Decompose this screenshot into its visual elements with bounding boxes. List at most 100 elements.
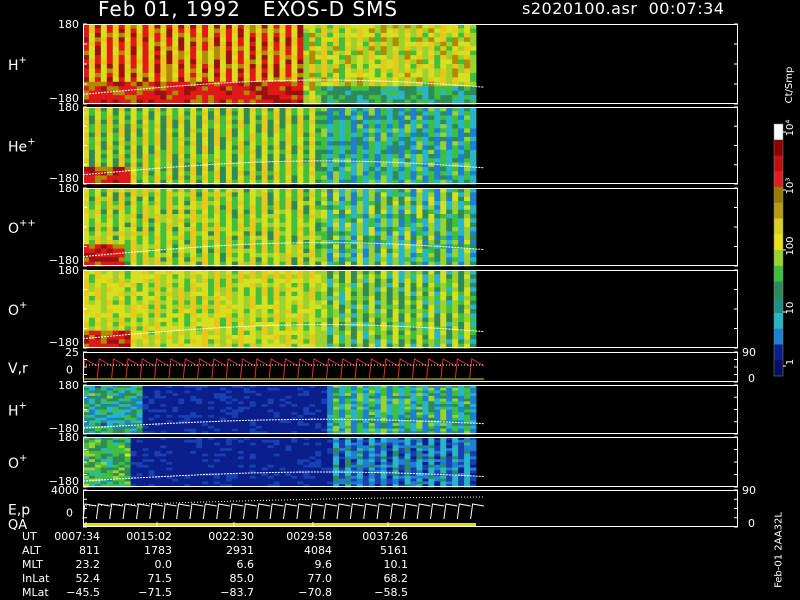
heatmap-cell: [172, 136, 179, 142]
heatmap-cell: [166, 205, 173, 211]
heatmap-cell: [190, 205, 197, 211]
heatmap-cell: [100, 119, 108, 125]
heatmap-cell: [452, 317, 459, 323]
heatmap-cell: [112, 296, 120, 301]
heatmap-cell: [291, 175, 298, 181]
heatmap-cell: [130, 81, 137, 87]
heatmap-cell: [154, 90, 161, 96]
heatmap-cell: [124, 59, 132, 65]
heatmap-cell: [285, 175, 292, 181]
heatmap-cell: [279, 95, 286, 100]
heatmap-cell: [452, 41, 459, 47]
heatmap-cell: [178, 240, 185, 245]
heatmap-cell: [392, 253, 399, 258]
heatmap-cell: [422, 158, 429, 164]
heatmap-cell: [285, 136, 292, 142]
heatmap-cell: [219, 149, 227, 155]
heatmap-cell: [112, 330, 120, 336]
heatmap-cell: [142, 227, 149, 232]
heatmap-cell: [458, 115, 465, 121]
heatmap-cell: [136, 304, 143, 310]
heatmap-cell: [470, 149, 477, 155]
heatmap-cell: [154, 231, 161, 237]
heatmap-cell: [410, 287, 417, 293]
heatmap-cell: [261, 132, 268, 138]
heatmap-cell: [196, 55, 203, 60]
heatmap-cell: [380, 81, 388, 87]
heatmap-cell: [339, 149, 346, 155]
heatmap-cell: [380, 227, 388, 232]
heatmap-cell: [458, 175, 465, 181]
heatmap-cell: [225, 214, 233, 219]
heatmap-cell: [261, 287, 268, 293]
heatmap-cell: [142, 95, 149, 100]
heatmap-cell: [154, 274, 161, 280]
heatmap-cell: [225, 322, 233, 327]
heatmap-cell: [208, 214, 215, 219]
heatmap-cell: [94, 420, 102, 424]
heatmap-cell: [112, 136, 120, 142]
heatmap-cell: [190, 218, 197, 224]
heatmap-cell: [184, 86, 191, 92]
heatmap-cell: [130, 136, 137, 142]
heatmap-cell: [118, 412, 126, 416]
heatmap-cell: [261, 326, 268, 332]
heatmap-cell: [428, 248, 435, 254]
heatmap-cell: [458, 278, 465, 284]
heatmap-cell: [416, 28, 423, 34]
heatmap-cell: [428, 81, 435, 87]
heatmap-cell: [160, 235, 167, 241]
heatmap-cell: [184, 141, 191, 146]
heatmap-cell: [285, 72, 292, 78]
heatmap-cell: [386, 95, 394, 100]
heatmap-cell: [267, 222, 274, 228]
panel-label-charge: ++: [19, 218, 36, 229]
heatmap-cell: [315, 141, 322, 146]
heatmap-cell: [434, 253, 441, 258]
heatmap-cell: [100, 330, 108, 336]
heatmap-cell: [172, 154, 179, 159]
heatmap-cell: [118, 28, 126, 34]
heatmap-cell: [94, 401, 102, 405]
heatmap-cell: [243, 68, 251, 74]
heatmap-cell: [100, 141, 108, 146]
heatmap-cell: [255, 50, 263, 56]
heatmap-cell: [118, 322, 126, 327]
heatmap-cell: [362, 132, 370, 138]
heatmap-cell: [243, 171, 251, 176]
heatmap-cell: [106, 390, 114, 394]
heatmap-cell: [208, 330, 215, 336]
heatmap-cell: [219, 41, 227, 47]
heatmap-cell: [243, 283, 251, 288]
heatmap-cell: [321, 37, 328, 43]
heatmap-cell: [464, 253, 471, 258]
heatmap-cell: [333, 326, 340, 332]
heatmap-cell: [214, 304, 221, 310]
heatmap-cell: [410, 192, 417, 198]
heatmap-cell: [350, 205, 358, 211]
heatmap-cell: [202, 145, 209, 151]
heatmap-cell: [88, 128, 96, 134]
heatmap-cell: [249, 166, 257, 172]
heatmap-cell: [214, 81, 221, 87]
heatmap-cell: [470, 50, 477, 56]
heatmap-cell: [303, 330, 310, 336]
heatmap-cell: [392, 192, 399, 198]
heatmap-cell: [422, 287, 429, 293]
heatmap-cell: [291, 218, 298, 224]
heatmap-cell: [350, 278, 358, 284]
heatmap-cell: [166, 257, 173, 263]
heatmap-cell: [327, 309, 334, 314]
heatmap-cell: [350, 326, 358, 332]
heatmap-cell: [458, 28, 465, 34]
heatmap-cell: [285, 46, 292, 52]
heatmap-cell: [142, 141, 149, 146]
heatmap-cell: [160, 322, 167, 327]
heatmap-cell: [136, 90, 143, 96]
heatmap-cell: [333, 28, 340, 34]
heatmap-cell: [178, 339, 185, 345]
heatmap-cell: [154, 296, 161, 301]
heatmap-cell: [327, 68, 334, 74]
heatmap-cell: [172, 218, 179, 224]
heatmap-cell: [267, 201, 274, 206]
